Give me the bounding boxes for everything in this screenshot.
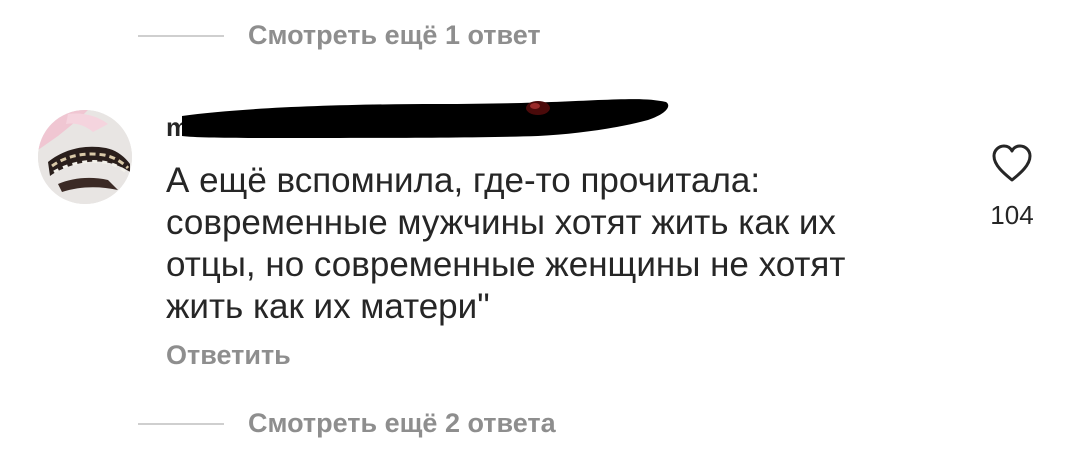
thread-divider-line <box>138 422 224 425</box>
like-button[interactable] <box>990 142 1034 184</box>
username-redaction-mark <box>182 99 669 138</box>
reply-button[interactable]: Ответить <box>166 340 291 371</box>
view-more-replies-bottom[interactable]: Смотреть ещё 2 ответа <box>138 408 556 439</box>
avatar[interactable] <box>38 110 132 204</box>
avatar-photo-icon <box>38 110 132 204</box>
thread-divider-line <box>138 34 224 37</box>
view-more-replies-label[interactable]: Смотреть ещё 1 ответ <box>248 20 541 51</box>
comment-body: А ещё вспомнила, где-то прочитала: совре… <box>166 161 846 326</box>
heart-outline-icon <box>992 144 1032 182</box>
view-more-replies-label[interactable]: Смотреть ещё 2 ответа <box>248 408 556 439</box>
like-count: 104 <box>990 200 1034 230</box>
view-more-replies-top[interactable]: Смотреть ещё 1 ответ <box>138 20 541 51</box>
